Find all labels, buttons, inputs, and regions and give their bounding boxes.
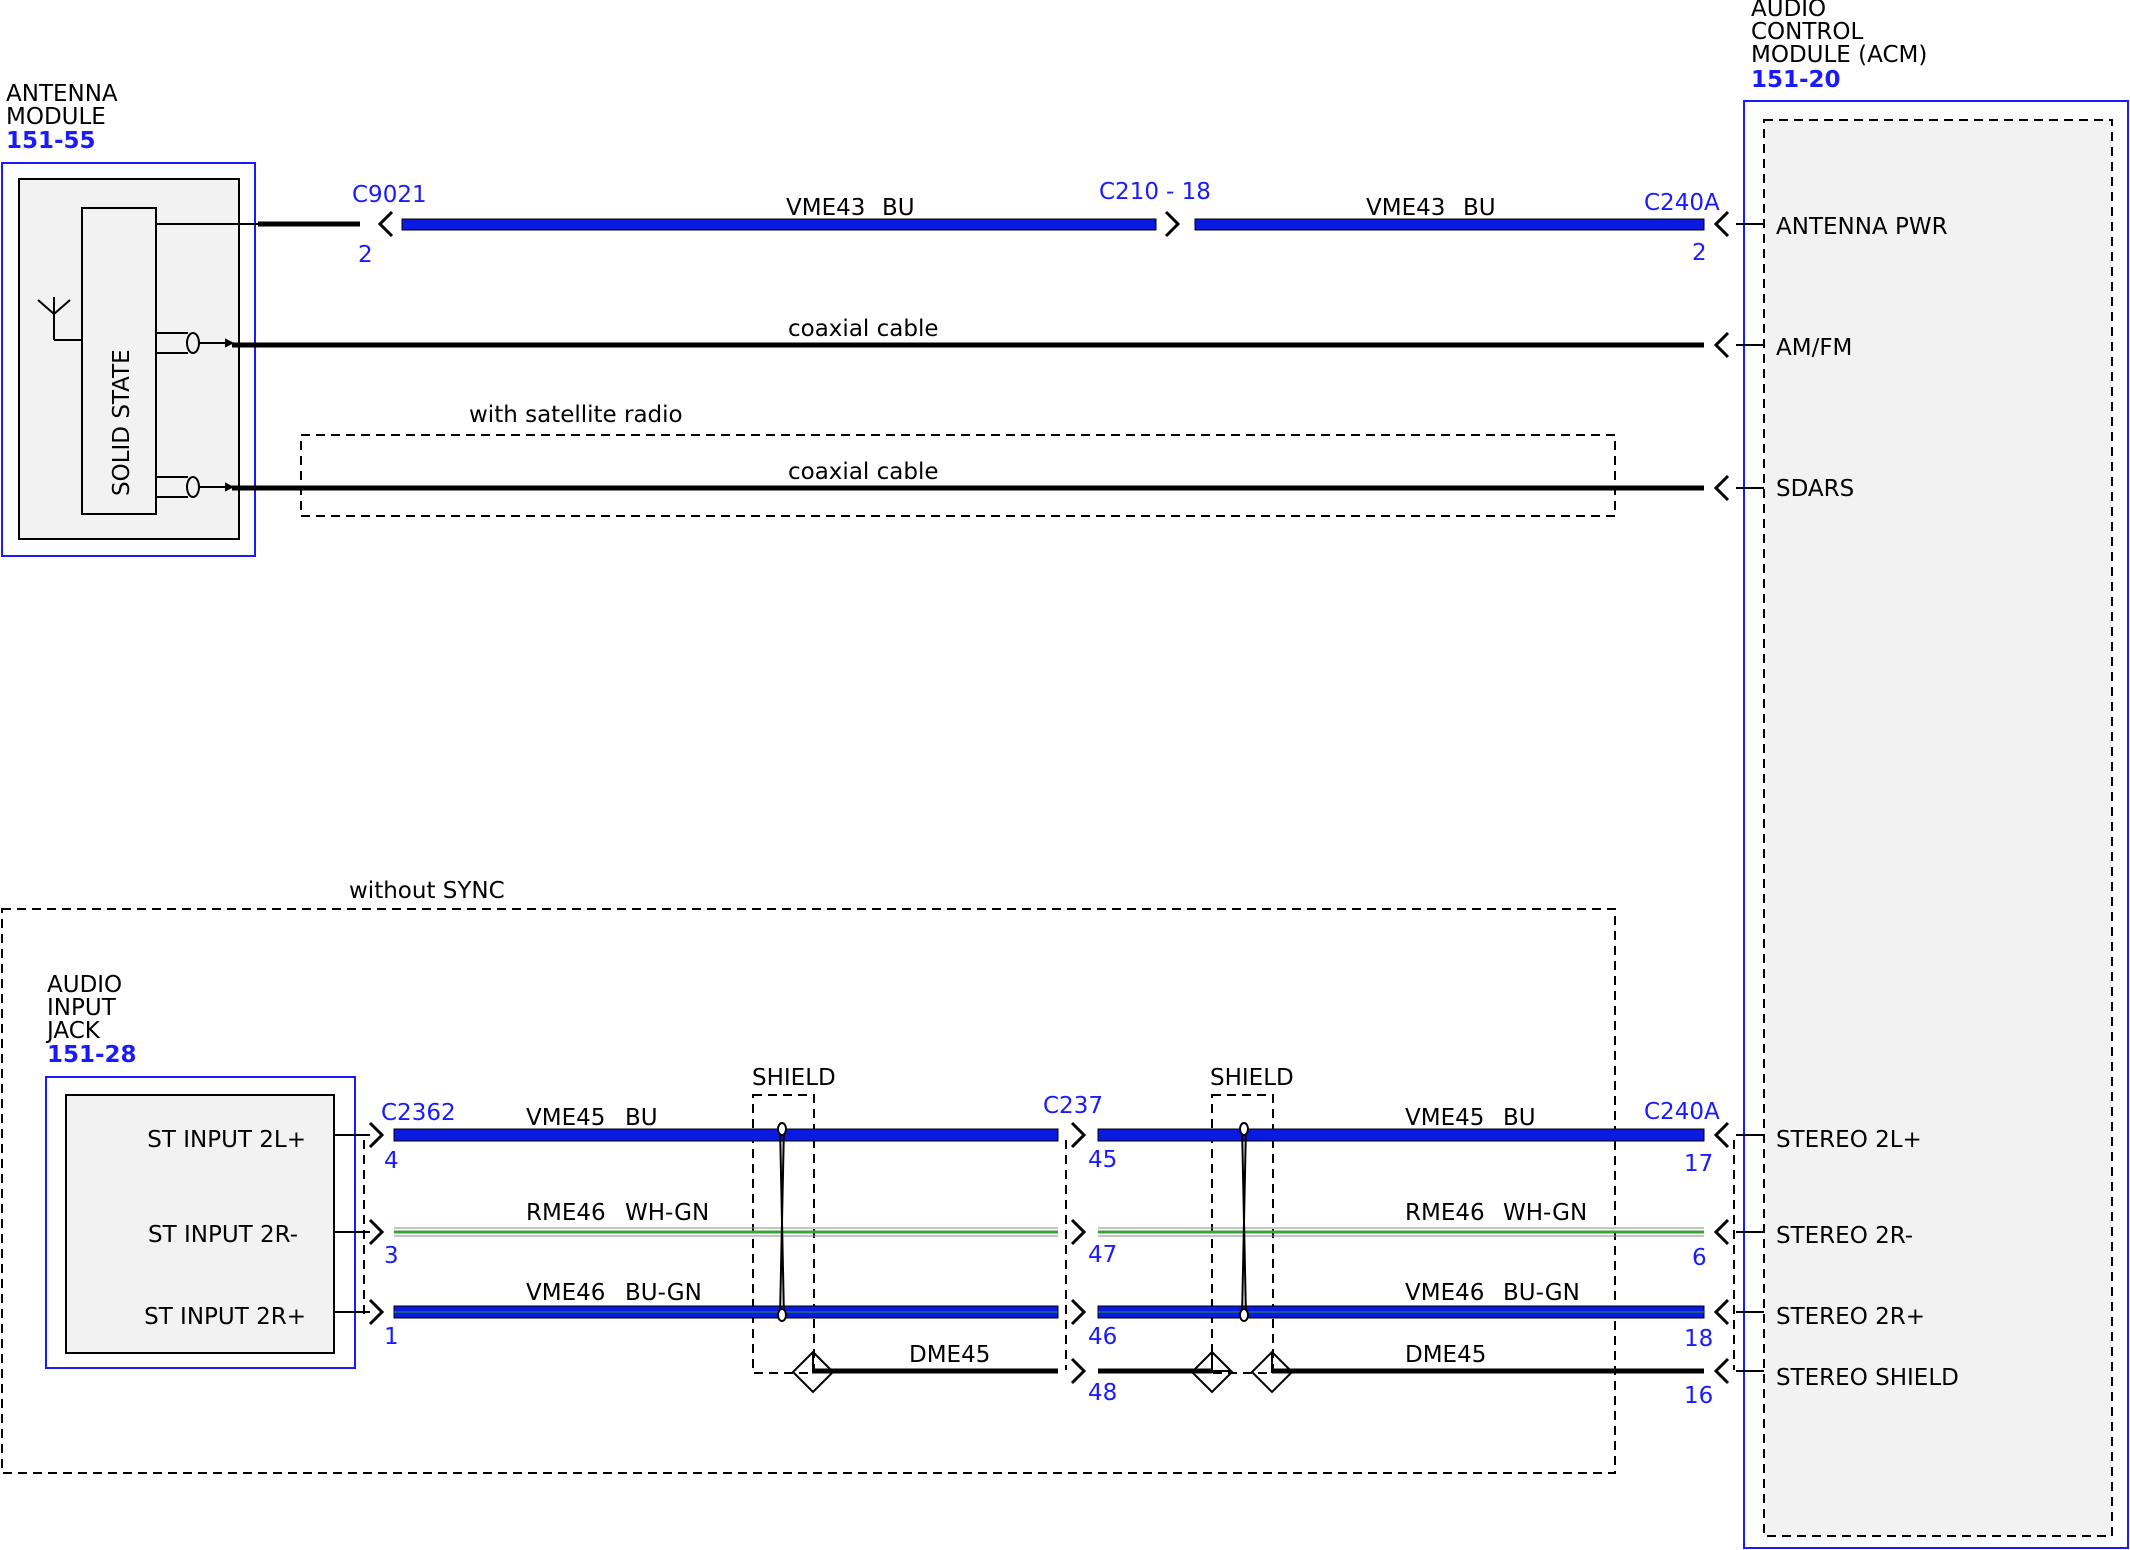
connector-arrow-icon [1070,1298,1086,1326]
connector-c240a-pin: 17 [1684,1151,1713,1177]
connector-c237: C237 [1043,1093,1103,1119]
wire-vme45-segment1 [393,1128,1059,1142]
wire-label: VME43 [1366,195,1445,221]
connector-c240a: C240A [1644,190,1720,216]
acm-id: 151-20 [1751,67,1841,93]
shield-label: SHIELD [1210,1065,1294,1091]
connector-c2362-pin: 4 [384,1148,399,1174]
acm-pin-amfm: AM/FM [1776,335,1852,361]
wire-label: DME45 [909,1342,990,1368]
connector-arrow-icon [368,1298,384,1326]
acm-pin-stereo-2l-plus: STEREO 2L+ [1776,1127,1922,1153]
acm-title-line3: MODULE (ACM) [1751,42,1927,68]
audio-input-jack-id: 151-28 [47,1042,137,1068]
wire-label: DME45 [1405,1342,1486,1368]
sdars-coax-circuit: with satellite radio coaxial cable [232,402,1764,517]
connector-arrow-icon [1714,1357,1730,1385]
acm-pin-stereo-shield: STEREO SHIELD [1776,1365,1959,1391]
wire-color: BU [1503,1105,1536,1131]
wire-vme43-segment2 [1194,218,1705,231]
antenna-module: ANTENNA MODULE 151-55 SOLID STATE [1,81,258,557]
wire-vme43-segment1 [401,218,1157,231]
shield-label: SHIELD [752,1065,836,1091]
wire-label: VME46 [1405,1280,1484,1306]
wire-label: RME46 [526,1200,606,1226]
amfm-coax-circuit: coaxial cable [232,316,1764,359]
connector-c240a-pin: 18 [1684,1326,1713,1352]
connector-arrow-icon [1714,331,1730,359]
acm-pin-antenna-pwr: ANTENNA PWR [1776,214,1948,240]
wire-color: BU [625,1105,658,1131]
connector-c240a: C240A [1644,1099,1720,1125]
connector-c2362-pin: 3 [384,1243,399,1269]
connector-c237-pin: 48 [1088,1380,1117,1406]
wire-rme46-segment1 [394,1227,1058,1237]
acm-pin-stereo-2r-minus: STEREO 2R- [1776,1223,1913,1249]
connector-c210: C210 [1099,179,1159,205]
twisted-pair-icon [777,1122,1249,1322]
wire-label: VME45 [526,1105,605,1131]
connector-c237-pin: 46 [1088,1324,1117,1350]
satellite-option-box [300,434,1616,517]
antenna-module-id: 151-55 [6,128,96,154]
without-sync-option: without SYNC AUDIO INPUT JACK 151-28 ST … [1,878,1764,1474]
connector-arrow-icon [1070,1218,1086,1246]
connector-c9021-pin: 2 [358,242,373,268]
wire-vme46-segment1 [393,1305,1059,1319]
connector-arrow-icon [378,210,394,238]
acm-pin-stereo-2r-plus: STEREO 2R+ [1776,1304,1925,1330]
wire-label: VME43 [786,195,865,221]
jack-pin-st-input-2l-plus: ST INPUT 2L+ [147,1127,306,1153]
connector-arrow-icon [1164,210,1180,238]
audio-input-jack-title-line3: JACK [45,1018,101,1044]
coax-label: coaxial cable [788,316,939,342]
wire-color: BU [1463,195,1496,221]
jack-pin-st-input-2r-plus: ST INPUT 2R+ [144,1304,306,1330]
antenna-module-title-line2: MODULE [6,104,106,130]
wire-vme46-segment2 [1097,1305,1705,1319]
connector-c9021: C9021 [352,182,427,208]
audio-control-module: AUDIO CONTROL MODULE (ACM) 151-20 ANTENN… [1743,0,2129,1549]
wire-label: VME46 [526,1280,605,1306]
solid-state-label: SOLID STATE [109,349,135,496]
wire-color: WH-GN [625,1200,709,1226]
wire-label: RME46 [1405,1200,1485,1226]
audio-input-jack: AUDIO INPUT JACK 151-28 ST INPUT 2L+ ST … [45,972,356,1369]
connector-c237-pin: 45 [1088,1147,1117,1173]
jack-pin-st-input-2r-minus: ST INPUT 2R- [148,1222,298,1248]
connector-arrow-icon [368,1121,384,1149]
connector-arrow-icon [1714,1298,1730,1326]
wire-color: BU-GN [625,1280,702,1306]
wire-color: BU-GN [1503,1280,1580,1306]
connector-arrow-icon [368,1218,384,1246]
connector-arrow-icon [1714,1121,1730,1149]
connector-arrow-icon [1070,1357,1086,1385]
connector-arrow-icon [1714,1218,1730,1246]
wire-vme45-segment2 [1097,1128,1705,1142]
antenna-pwr-circuit: C9021 2 VME43 BU C210 - 18 VME43 BU C240… [258,179,1764,268]
connector-c240a-pin: 6 [1692,1245,1707,1271]
connector-c240a-pin: 2 [1692,240,1707,266]
wire-color: BU [882,195,915,221]
acm-pin-sdars: SDARS [1776,476,1854,502]
connector-c2362-pin: 1 [384,1324,399,1350]
wire-color: WH-GN [1503,1200,1587,1226]
coax-label: coaxial cable [788,459,939,485]
connector-c240a-pin: 16 [1684,1383,1713,1409]
wire-label: VME45 [1405,1105,1484,1131]
satellite-option-label: with satellite radio [469,402,683,428]
connector-arrow-icon [1714,474,1730,502]
connector-c237-pin: 47 [1088,1242,1117,1268]
connector-c210-pin: - 18 [1166,179,1211,205]
wire-rme46-segment2 [1098,1227,1704,1237]
connector-c2362: C2362 [381,1100,456,1126]
connector-arrow-icon [1070,1121,1086,1149]
wiring-diagram: AUDIO CONTROL MODULE (ACM) 151-20 ANTENN… [1,0,2129,1549]
without-sync-label: without SYNC [349,878,505,904]
